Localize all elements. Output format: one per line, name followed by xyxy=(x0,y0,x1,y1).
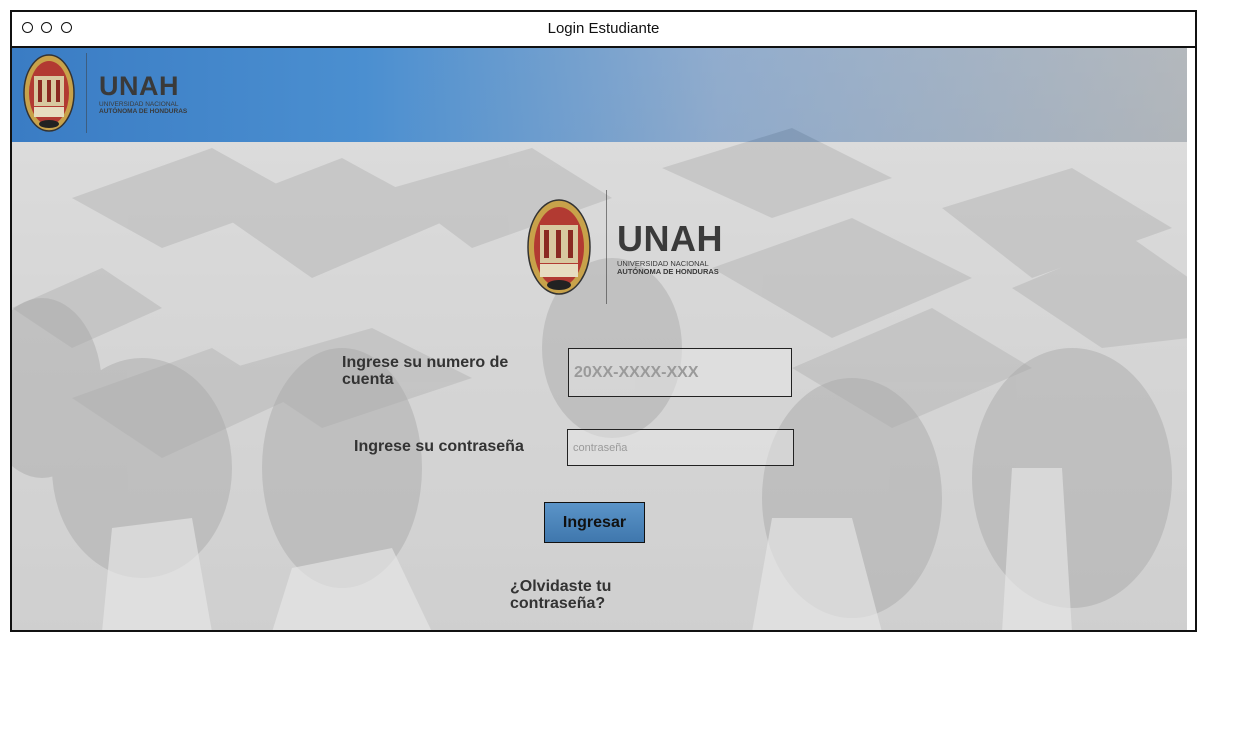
account-number-input[interactable] xyxy=(568,348,792,397)
forgot-password-link[interactable]: ¿Olvidaste tu contraseña? xyxy=(510,578,630,612)
password-label: Ingrese su contraseña xyxy=(354,438,524,455)
logo-divider xyxy=(86,53,87,133)
brand-text: UNAH UNIVERSIDAD NACIONAL AUTÓNOMA DE HO… xyxy=(617,218,723,276)
password-input[interactable] xyxy=(567,429,794,466)
window-title: Login Estudiante xyxy=(547,20,660,37)
university-seal-icon xyxy=(527,199,591,295)
brand-text: UNAH UNIVERSIDAD NACIONAL AUTÓNOMA DE HO… xyxy=(99,71,187,116)
main-logo: UNAH UNIVERSIDAD NACIONAL AUTÓNOMA DE HO… xyxy=(526,190,723,304)
logo-divider xyxy=(606,190,607,304)
brand-subtitle-line2: AUTÓNOMA DE HONDURAS xyxy=(617,267,719,276)
account-number-label: Ingrese su numero de cuenta xyxy=(342,354,509,388)
login-button[interactable]: Ingresar xyxy=(544,502,645,543)
header-banner xyxy=(12,48,1189,142)
university-seal-icon xyxy=(23,54,75,132)
browser-window: Login Estudiante UNAH UNIVERSIDAD NACION… xyxy=(10,10,1197,632)
page-content: UNAH UNIVERSIDAD NACIONAL AUTÓNOMA DE HO… xyxy=(12,48,1189,630)
title-bar: Login Estudiante xyxy=(12,12,1195,48)
brand-subtitle-line2: AUTÓNOMA DE HONDURAS xyxy=(99,107,188,115)
scrollbar-track[interactable] xyxy=(1187,48,1195,630)
brand-name: UNAH xyxy=(99,70,179,101)
brand-name: UNAH xyxy=(617,218,723,260)
header-logo[interactable]: UNAH UNIVERSIDAD NACIONAL AUTÓNOMA DE HO… xyxy=(22,52,187,134)
